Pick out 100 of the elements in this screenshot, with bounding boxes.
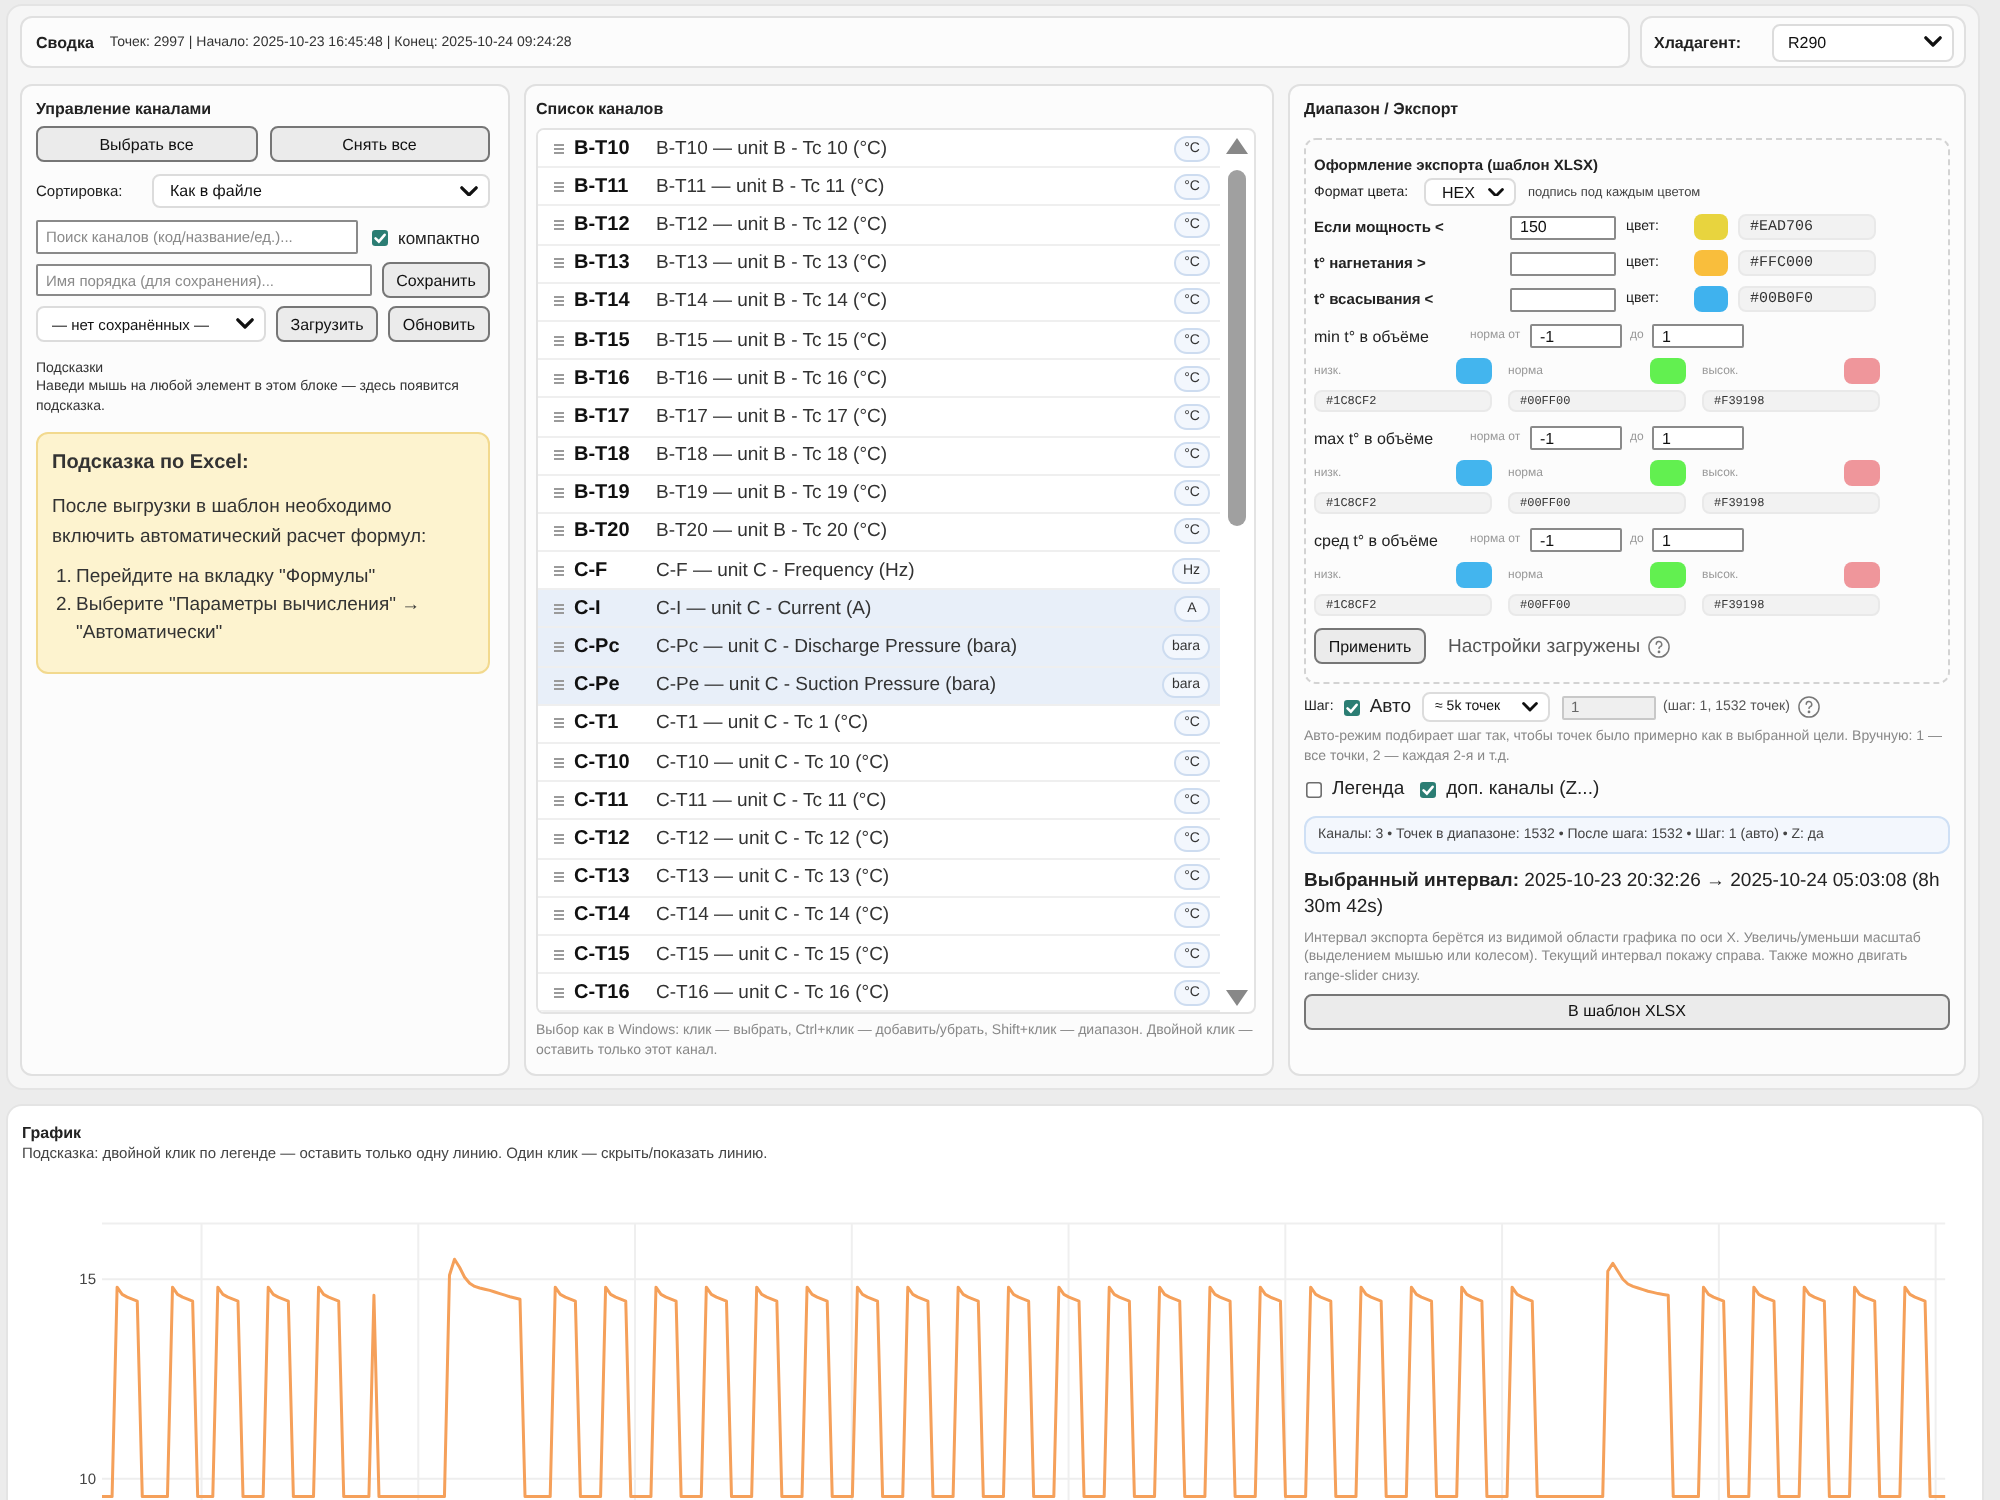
channel-name: B-T17 — unit B - Tc 17 (°C): [656, 405, 890, 428]
tip-title: Подсказка по Excel:: [52, 452, 251, 476]
threshold-field[interactable]: [1510, 251, 1616, 275]
threshold-field[interactable]: [1510, 287, 1616, 311]
color-swatch-icon[interactable]: [1694, 250, 1728, 276]
drag-handle-icon: [554, 642, 564, 653]
channel-code: C-I: [574, 597, 603, 620]
channel-name: B-T19 — unit B - Tc 19 (°C): [656, 482, 890, 505]
drag-handle-icon: [554, 335, 564, 346]
drag-handle-icon: [554, 373, 564, 384]
save-button[interactable]: Сохранить: [382, 262, 490, 298]
channel-name: B-T15 — unit B - Tc 15 (°C): [656, 329, 890, 352]
checkbox-label: Авто: [1369, 696, 1412, 718]
channel-code: C-T10: [574, 751, 632, 774]
channel-name: C-T16 — unit C - Tc 16 (°C): [656, 981, 892, 1004]
color-swatch-icon[interactable]: [1694, 214, 1728, 240]
channel-name: B-T13 — unit B - Tc 13 (°C): [656, 252, 890, 275]
channel-code: B-T10: [574, 137, 632, 160]
color-swatch-icon[interactable]: [1694, 286, 1728, 312]
channel-code: B-T15: [574, 329, 632, 352]
channel-code: B-T20: [574, 520, 632, 543]
scroll-down-icon[interactable]: [1226, 990, 1248, 1006]
channel-code: B-T19: [574, 482, 632, 505]
color-swatch-icon[interactable]: [1456, 460, 1492, 486]
checkbox[interactable]: [1306, 781, 1322, 797]
drag-handle-icon: [554, 411, 564, 422]
channel-name: C-T11 — unit C - Tc 11 (°C): [656, 789, 889, 812]
drag-handle-icon: [554, 872, 564, 883]
channel-code: B-T14: [574, 290, 632, 313]
channel-code: C-T15: [574, 943, 632, 966]
color-swatch-icon[interactable]: [1650, 358, 1686, 384]
drag-handle-icon: [554, 987, 564, 998]
help-icon[interactable]: [1648, 635, 1671, 657]
drag-handle-icon: [554, 718, 564, 729]
drag-handle-icon: [554, 949, 564, 960]
range-to-field[interactable]: 1: [1652, 528, 1744, 552]
drag-handle-icon: [554, 296, 564, 307]
drag-handle-icon: [554, 603, 564, 614]
drag-handle-icon: [554, 488, 564, 499]
channel-name: C-T1 — unit C - Tc 1 (°C): [656, 712, 871, 735]
channel-code: B-T11: [574, 175, 631, 198]
drag-handle-icon: [554, 565, 564, 576]
load-button[interactable]: Загрузить: [276, 306, 378, 342]
channel-code: C-Pe: [574, 674, 622, 697]
threshold-field[interactable]: 150: [1510, 215, 1616, 239]
channel-name: B-T18 — unit B - Tc 18 (°C): [656, 444, 890, 467]
channel-name: B-T16 — unit B - Tc 16 (°C): [656, 367, 890, 390]
scroll-up-icon[interactable]: [1226, 138, 1248, 154]
channel-code: C-T11: [574, 789, 631, 812]
range-label: max t° в объёме: [1314, 429, 1436, 447]
settings-status: Настройки загружены: [1448, 635, 1641, 657]
refrigerant-select[interactable]: R290: [1772, 23, 1954, 61]
range-from-field[interactable]: -1: [1530, 528, 1622, 552]
chevron-down-icon: [1521, 702, 1538, 712]
channel-code: B-T16: [574, 367, 632, 390]
channel-name: B-T10 — unit B - Tc 10 (°C): [656, 137, 890, 160]
refresh-button[interactable]: Обновить: [388, 306, 490, 342]
drag-handle-icon: [554, 833, 564, 844]
select-all-button[interactable]: Выбрать все: [36, 126, 257, 162]
help-icon[interactable]: [1797, 696, 1820, 718]
tip-text: После выгрузки в шаблон необходимо включить автоматический расчет формул:: [52, 494, 429, 552]
format-select[interactable]: HEX: [1424, 178, 1516, 206]
scrollbar-thumb[interactable]: [1228, 170, 1246, 526]
channel-code: C-F: [574, 559, 610, 582]
color-swatch-icon[interactable]: [1844, 562, 1880, 588]
channel-name: C-Pc — unit C - Discharge Pressure (bara): [656, 636, 1020, 659]
color-swatch-icon[interactable]: [1650, 460, 1686, 486]
chevron-down-icon: [1924, 36, 1942, 48]
channel-name: C-I — unit C - Current (A): [656, 597, 874, 620]
selected-interval: Выбранный интервал: 2025-10-23 20:32:26 → 2025-10-24 05:03:08 (8h 30m 42s): [1304, 868, 1942, 920]
drag-handle-icon: [554, 910, 564, 921]
color-swatch-icon[interactable]: [1844, 460, 1880, 486]
range-to-field[interactable]: 1: [1652, 426, 1744, 450]
export-xlsx-button[interactable]: В шаблон XLSX: [1304, 993, 1950, 1030]
tip-step: 1. Перейдите на вкладку "Формулы": [56, 564, 474, 592]
channel-name: C-T10 — unit C - Tc 10 (°C): [656, 751, 892, 774]
range-label: сред t° в объёме: [1314, 531, 1440, 549]
drag-handle-icon: [554, 258, 564, 269]
channel-name: C-T14 — unit C - Tc 14 (°C): [656, 904, 892, 927]
panel-title: Диапазон / Экспорт: [1304, 100, 1461, 120]
channel-name: B-T11 — unit B - Tc 11 (°C): [656, 175, 887, 198]
channel-name: B-T12 — unit B - Tc 12 (°C): [656, 213, 890, 236]
clear-all-button[interactable]: Снять все: [269, 126, 490, 162]
color-swatch-icon[interactable]: [1844, 358, 1880, 384]
apply-button[interactable]: Применить: [1314, 628, 1426, 664]
channel-name: C-T12 — unit C - Tc 12 (°C): [656, 827, 892, 850]
channel-code: C-T13: [574, 866, 632, 889]
color-swatch-icon[interactable]: [1456, 562, 1492, 588]
drag-handle-icon: [554, 219, 564, 230]
color-swatch-icon[interactable]: [1456, 358, 1492, 384]
channel-code: C-T14: [574, 904, 632, 927]
drag-handle-icon: [554, 181, 564, 192]
channel-code: C-T16: [574, 981, 632, 1004]
range-to-field[interactable]: 1: [1652, 324, 1744, 348]
range-from-field[interactable]: -1: [1530, 426, 1622, 450]
range-from-field[interactable]: -1: [1530, 324, 1622, 348]
color-swatch-icon[interactable]: [1650, 562, 1686, 588]
sort-select[interactable]: Как в файле: [152, 174, 490, 208]
drag-handle-icon: [554, 795, 564, 806]
channel-name: C-Pe — unit C - Suction Pressure (bara): [656, 674, 999, 697]
